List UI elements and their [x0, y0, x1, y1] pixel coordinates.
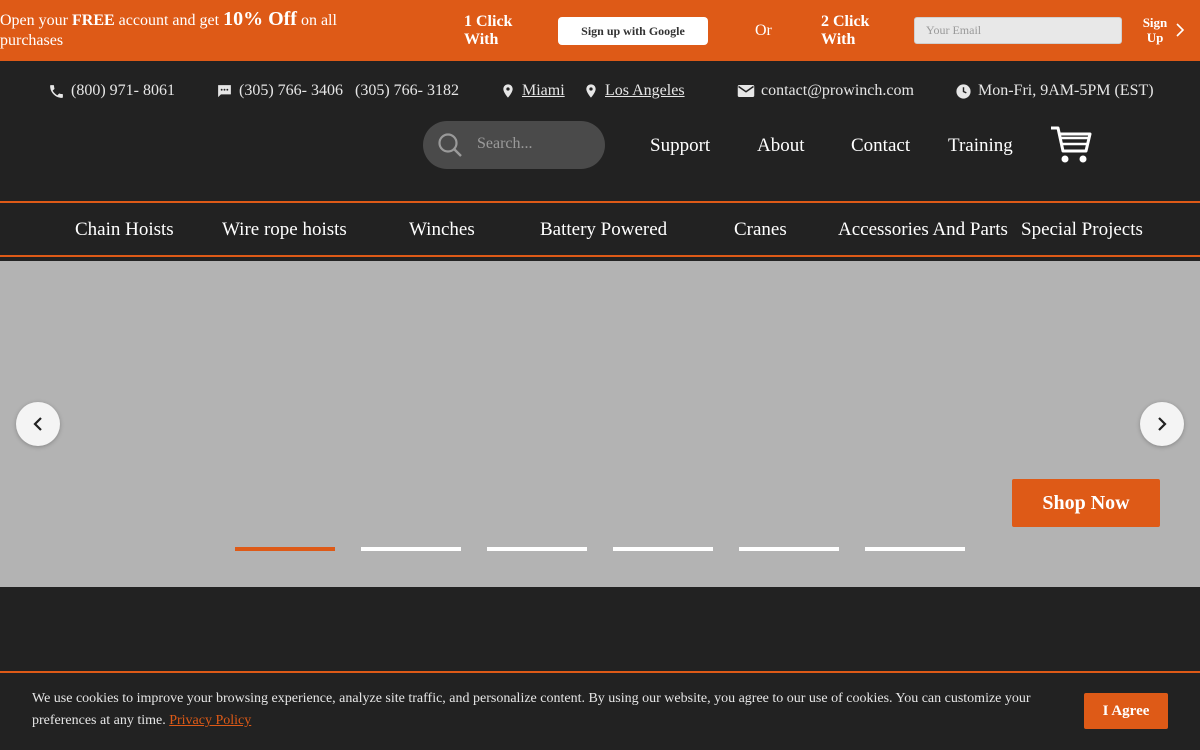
hero-carousel: Shop Now — [0, 261, 1200, 587]
chat-icon — [218, 84, 231, 97]
contact-hours: Mon-Fri, 9AM-5PM (EST) — [955, 80, 1154, 102]
carousel-indicator[interactable] — [361, 547, 461, 551]
phone-number: (800) 971- 8061 — [71, 82, 175, 99]
category-winches[interactable]: Winches — [409, 219, 475, 241]
phone-icon — [50, 84, 63, 98]
two-click-label: 2 Click With — [821, 13, 870, 48]
promo-bar: Open your FREE account and get 10% Off o… — [0, 0, 1200, 61]
business-hours: Mon-Fri, 9AM-5PM (EST) — [978, 82, 1154, 99]
location-pin-icon — [586, 84, 596, 98]
chevron-right-icon[interactable] — [1175, 23, 1185, 37]
nav-about[interactable]: About — [757, 135, 805, 157]
carousel-indicator[interactable] — [613, 547, 713, 551]
category-nav: Chain Hoists Wire rope hoists Winches Ba… — [0, 201, 1200, 257]
email-address: contact@prowinch.com — [761, 82, 914, 99]
category-special-projects[interactable]: Special Projects — [1021, 219, 1143, 241]
category-accessories-and-parts[interactable]: Accessories And Parts — [838, 219, 1008, 241]
contact-email[interactable]: contact@prowinch.com — [737, 80, 914, 102]
shop-now-button[interactable]: Shop Now — [1012, 479, 1160, 527]
chevron-right-icon — [1158, 417, 1167, 431]
cookie-agree-button[interactable]: I Agree — [1084, 693, 1168, 729]
contact-chat[interactable]: (305) 766- 3406 (305) 766- 3182 — [216, 80, 459, 102]
promo-prefix: Open your — [0, 12, 72, 29]
nav-support[interactable]: Support — [650, 135, 710, 157]
mail-icon — [737, 85, 755, 97]
search-icon — [438, 133, 462, 157]
cookie-banner-text: We use cookies to improve your browsing … — [32, 688, 1042, 732]
clock-icon — [956, 83, 971, 99]
chat-number-1: (305) 766- 3406 — [239, 82, 343, 99]
or-label: Or — [755, 22, 772, 39]
carousel-indicator[interactable] — [235, 547, 335, 551]
chevron-left-icon — [33, 417, 42, 431]
one-click-label: 1 Click With — [464, 13, 513, 48]
cart-icon[interactable] — [1050, 125, 1092, 165]
nav-training[interactable]: Training — [948, 135, 1013, 157]
carousel-prev-button[interactable] — [16, 402, 60, 446]
promo-mid: account and get — [114, 12, 224, 29]
google-signup-button[interactable]: Sign up with Google — [558, 17, 708, 45]
location-miami[interactable]: Miami — [500, 80, 565, 102]
promo-text: Open your FREE account and get 10% Off o… — [0, 9, 380, 51]
nav-contact[interactable]: Contact — [851, 135, 910, 157]
category-chain-hoists[interactable]: Chain Hoists — [75, 219, 174, 241]
section-divider — [0, 671, 1200, 673]
location-link-los-angeles[interactable]: Los Angeles — [605, 82, 685, 100]
contact-phone[interactable]: (800) 971- 8061 — [48, 80, 175, 102]
promo-offer: 10% Off — [223, 8, 297, 30]
carousel-indicator[interactable] — [865, 547, 965, 551]
location-link-miami[interactable]: Miami — [522, 82, 565, 100]
carousel-next-button[interactable] — [1140, 402, 1184, 446]
category-wire-rope-hoists[interactable]: Wire rope hoists — [222, 219, 347, 241]
chat-number-2: (305) 766- 3182 — [354, 82, 459, 99]
email-input[interactable] — [914, 17, 1122, 44]
search-input[interactable] — [475, 134, 595, 154]
carousel-indicator[interactable] — [739, 547, 839, 551]
category-battery-powered[interactable]: Battery Powered — [540, 219, 667, 241]
search-bar[interactable] — [423, 121, 605, 169]
carousel-indicator[interactable] — [487, 547, 587, 551]
category-cranes[interactable]: Cranes — [734, 219, 787, 241]
location-los-angeles[interactable]: Los Angeles — [583, 80, 685, 102]
privacy-policy-link[interactable]: Privacy Policy — [169, 713, 251, 728]
signup-button[interactable]: Sign Up — [1140, 15, 1170, 45]
location-pin-icon — [503, 84, 513, 98]
promo-free: FREE — [71, 12, 115, 29]
